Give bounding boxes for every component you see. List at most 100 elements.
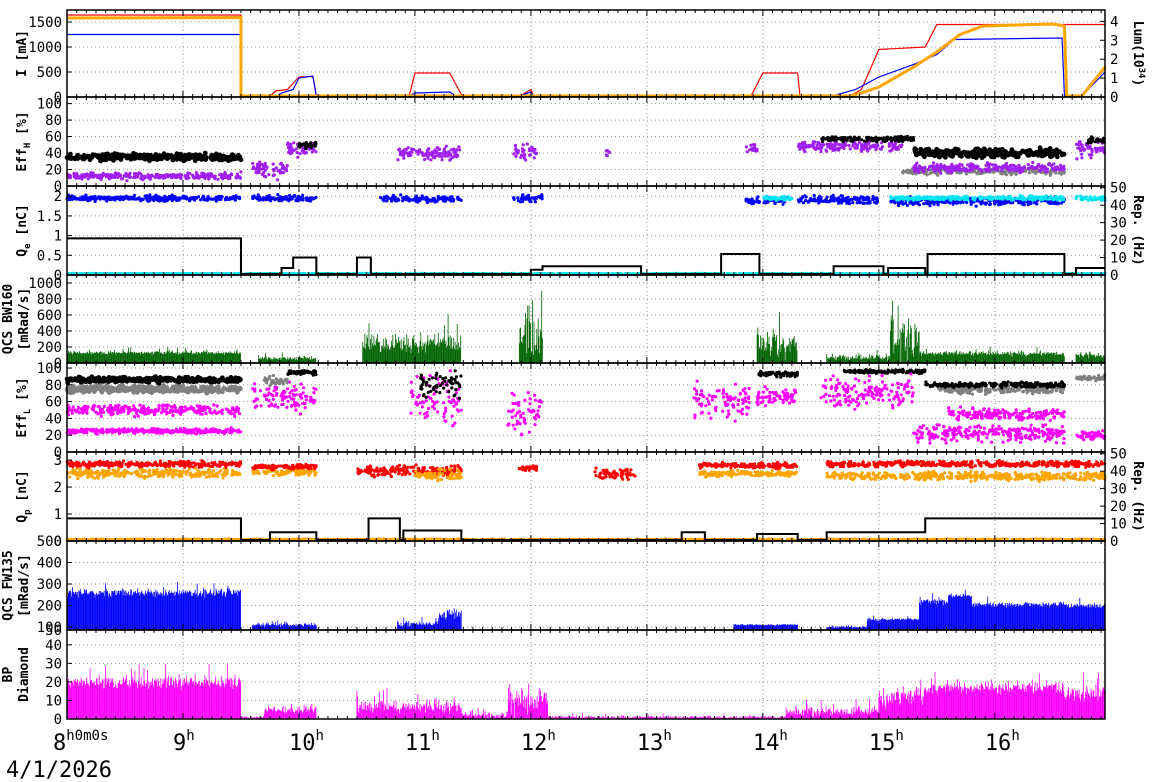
scatter-point — [749, 199, 753, 203]
scatter-point — [522, 156, 526, 160]
scatter-point — [256, 193, 260, 197]
scatter-point — [915, 151, 921, 157]
scatter-point — [754, 200, 758, 204]
scatter-point — [854, 197, 858, 201]
scatter-point — [1074, 142, 1079, 146]
scatter-point — [989, 152, 995, 158]
scatter-point — [225, 155, 231, 160]
scatter-point — [974, 166, 978, 170]
scatter-point — [432, 196, 436, 200]
scatter-point — [768, 196, 772, 200]
scatter-point — [104, 198, 109, 202]
scatter-point — [196, 175, 200, 179]
scatter-point — [766, 200, 770, 204]
scatter-point — [917, 170, 921, 175]
scatter-point — [125, 195, 129, 199]
scatter-point — [1087, 140, 1091, 144]
scatter-point — [871, 197, 875, 201]
scatter-point — [297, 144, 301, 148]
scatter-point — [177, 196, 181, 200]
scatter-point — [756, 195, 760, 199]
scatter-point — [298, 152, 302, 156]
scatter-point — [857, 197, 861, 201]
scatter-point — [379, 196, 383, 200]
scatter-point — [829, 137, 834, 141]
scatter-point — [815, 143, 819, 148]
scatter-point — [1089, 138, 1093, 142]
scatter-point — [877, 137, 881, 141]
scatter-point — [515, 150, 519, 154]
scatter-point — [444, 144, 448, 148]
scatter-point — [80, 174, 84, 178]
scatter-point — [802, 148, 806, 152]
scatter-point — [449, 196, 453, 200]
scatter-point — [289, 151, 293, 155]
scatter-point — [437, 147, 442, 151]
scatter-point — [1059, 151, 1065, 157]
scatter-point — [431, 154, 435, 158]
scatter-point — [1054, 168, 1058, 172]
scatter-point — [85, 172, 89, 176]
scatter-point — [844, 138, 849, 142]
scatter-point — [141, 197, 145, 201]
scatter-point — [396, 197, 400, 201]
scatter-point — [746, 199, 750, 203]
scatter-point — [161, 154, 167, 160]
scatter-point — [276, 193, 280, 197]
scatter-point — [199, 157, 205, 162]
scatter-point — [755, 149, 759, 153]
scatter-point — [309, 197, 313, 201]
scatter-point — [225, 196, 229, 200]
scatter-point — [188, 172, 192, 176]
scatter-point — [970, 151, 976, 157]
scatter-point — [140, 154, 146, 160]
scatter-point — [217, 152, 223, 158]
scatter-point — [816, 196, 820, 200]
scatter-point — [899, 134, 903, 138]
scatter-point — [817, 201, 821, 205]
scatter-point — [889, 136, 893, 140]
scatter-point — [944, 150, 950, 156]
scatter-point — [837, 148, 841, 152]
scatter-point — [87, 157, 93, 163]
scatter-point — [99, 177, 103, 181]
scatter-point — [855, 201, 859, 205]
scatter-point — [216, 177, 220, 181]
scatter-point — [272, 169, 276, 173]
scatter-point — [120, 152, 126, 158]
scatter-point — [871, 195, 875, 199]
scatter-point — [959, 196, 963, 200]
scatter-point — [938, 196, 942, 200]
scatter-point — [177, 175, 181, 179]
scatter-point — [292, 141, 296, 145]
scatter-point — [525, 142, 529, 146]
scatter-point — [812, 145, 816, 149]
scatter-point — [835, 198, 840, 202]
scatter-point — [859, 148, 863, 152]
scatter-point — [285, 163, 289, 168]
scatter-point — [263, 196, 267, 200]
scatter-point — [1041, 149, 1047, 155]
scatter-point — [1006, 152, 1012, 158]
scatter-point — [1057, 171, 1061, 175]
scatter-point — [207, 174, 211, 178]
scatter-point — [1001, 172, 1005, 176]
scatter-point — [206, 195, 210, 199]
scatter-point — [847, 202, 852, 206]
scatter-point — [875, 140, 879, 144]
scatter-point — [944, 167, 948, 172]
scatter-point — [1078, 146, 1082, 151]
scatter-point — [1053, 165, 1058, 169]
scatter-point — [238, 176, 243, 180]
scatter-point — [514, 154, 518, 158]
scatter-point — [857, 137, 861, 141]
scatter-point — [310, 144, 314, 148]
scatter-point — [528, 153, 532, 157]
scatter-point — [532, 156, 536, 160]
scatter-point — [819, 195, 823, 199]
scatter-point — [194, 195, 198, 200]
scatter-point — [860, 144, 864, 148]
scatter-point — [80, 177, 84, 181]
scatter-point — [938, 168, 942, 172]
scatter-point — [866, 149, 870, 153]
